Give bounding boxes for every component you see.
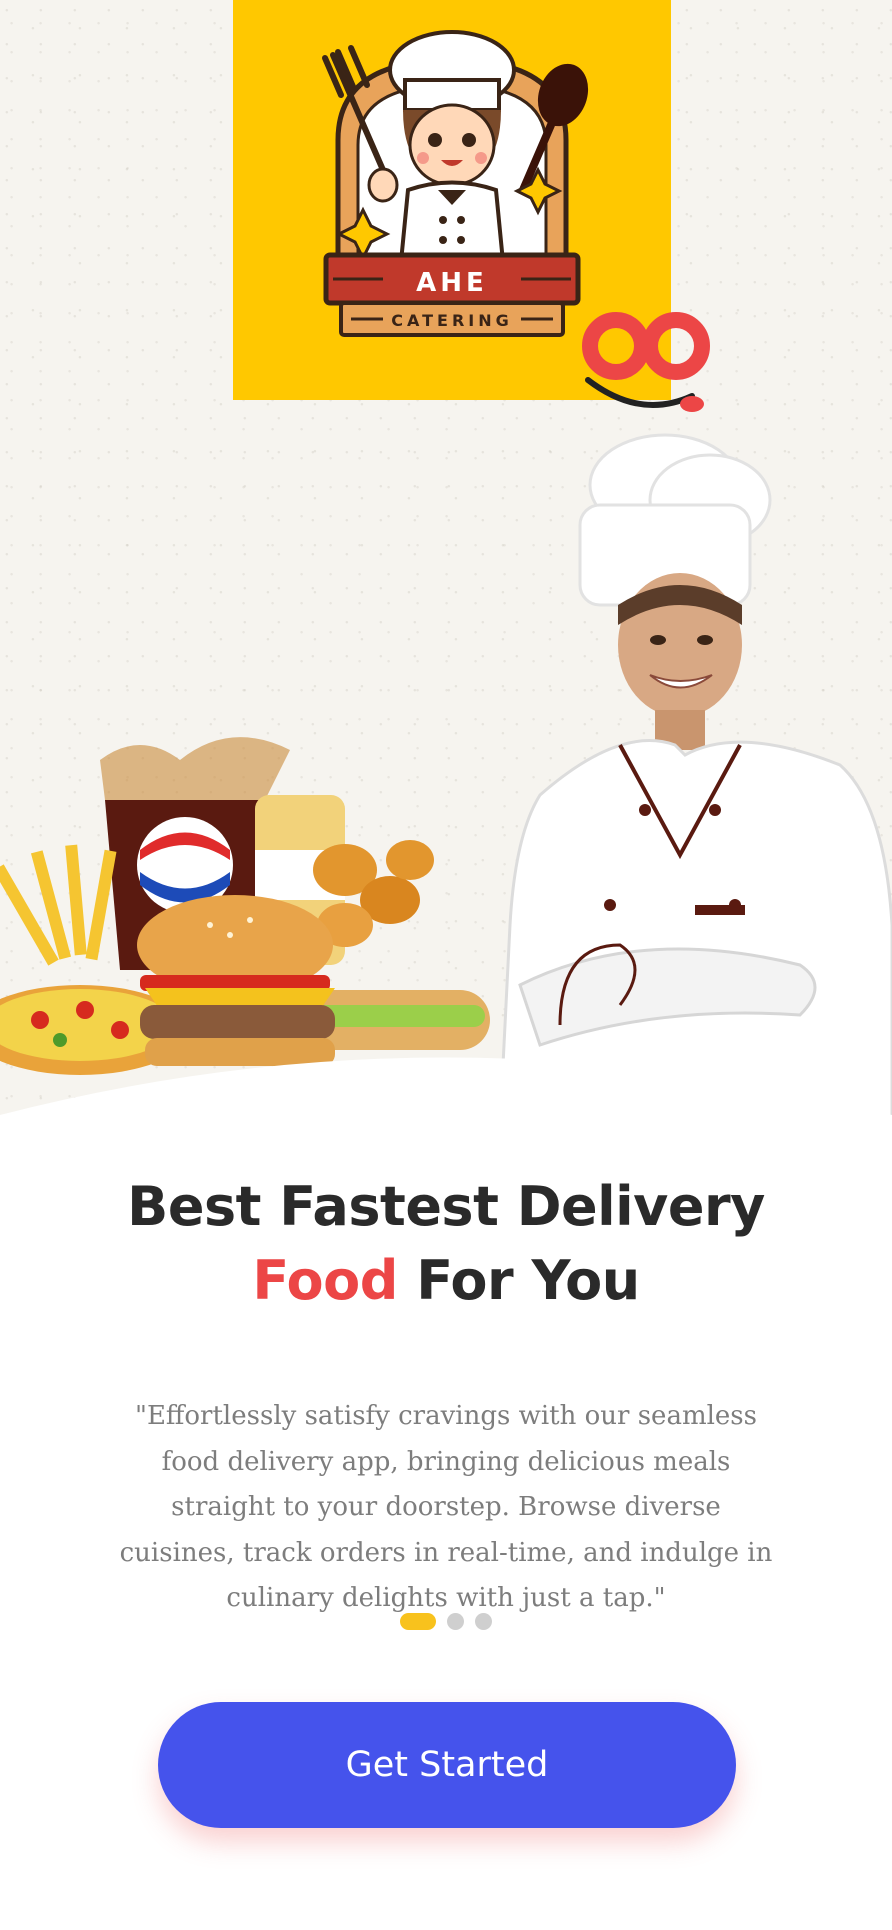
headline-line-2: Food For You [0, 1244, 892, 1318]
pagination-dot-2[interactable] [447, 1612, 464, 1630]
get-started-button[interactable]: Get Started [158, 1702, 736, 1828]
pagination-dot-3[interactable] [475, 1612, 492, 1630]
logo-brand-sub: CATERING [391, 311, 513, 330]
smiling-chef-icon [500, 433, 892, 1120]
headline-line-2-rest: For You [397, 1249, 640, 1312]
hero-section: AHE CATERING [0, 0, 892, 1120]
oo-smile-logo-icon [582, 312, 710, 412]
pagination-dot-1[interactable] [400, 1612, 436, 1630]
pagination-dots [0, 1612, 892, 1630]
headline-line-1: Best Fastest Delivery [127, 1175, 765, 1238]
logo-brand-name: AHE [416, 268, 488, 298]
headline: Best Fastest Delivery Food For You [0, 1170, 892, 1318]
description-text: "Effortlessly satisfy cravings with our … [119, 1401, 773, 1613]
hero-wave-divider [0, 1057, 892, 1120]
headline-accent: Food [252, 1249, 398, 1312]
